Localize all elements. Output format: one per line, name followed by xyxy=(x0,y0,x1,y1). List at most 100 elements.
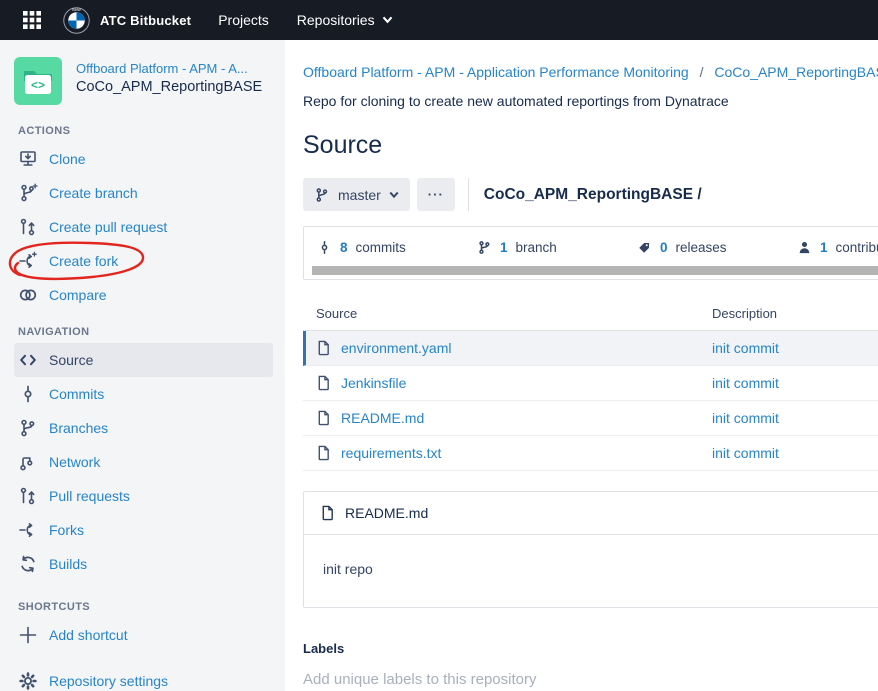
person-icon xyxy=(797,240,812,255)
sidebar-item-create-fork[interactable]: Create fork xyxy=(14,244,273,278)
sidebar-item-commits[interactable]: Commits xyxy=(14,377,273,411)
branch-selector[interactable]: master xyxy=(303,178,410,211)
file-icon xyxy=(316,410,331,426)
horizontal-scrollbar[interactable] xyxy=(312,266,878,275)
file-icon xyxy=(316,445,331,461)
chevron-down-icon xyxy=(389,191,399,199)
sidebar-item-branches[interactable]: Branches xyxy=(14,411,273,445)
repo-path: CoCo_APM_ReportingBASE / xyxy=(484,186,702,204)
sidebar-item-pull-requests[interactable]: Pull requests xyxy=(14,479,273,513)
sidebar-item-source[interactable]: Source xyxy=(14,343,273,377)
sidebar-item-compare[interactable]: Compare xyxy=(14,278,273,312)
labels-placeholder[interactable]: Add unique labels to this repository xyxy=(303,671,878,688)
grid-icon xyxy=(22,10,42,30)
readme-header: README.md xyxy=(304,492,878,535)
forks-icon xyxy=(18,520,38,540)
app-switcher-icon[interactable] xyxy=(22,10,42,30)
table-row[interactable]: environment.yaml init commit xyxy=(303,331,878,366)
plus-icon xyxy=(18,625,38,645)
commit-message-link[interactable]: init commit xyxy=(712,410,878,426)
svg-text:<>: <> xyxy=(31,78,45,92)
breadcrumb-project-link[interactable]: Offboard Platform - APM - Application Pe… xyxy=(303,64,689,80)
sidebar-item-label: Pull requests xyxy=(49,488,130,504)
clone-icon xyxy=(18,149,38,169)
branch-name: master xyxy=(338,187,381,203)
topnav-repositories[interactable]: Repositories xyxy=(297,12,393,28)
breadcrumb: Offboard Platform - APM - Application Pe… xyxy=(303,64,878,80)
sidebar-item-forks[interactable]: Forks xyxy=(14,513,273,547)
shortcuts-section-header: SHORTCUTS xyxy=(18,601,285,613)
file-table-header: Source Description xyxy=(303,306,878,331)
sidebar-item-builds[interactable]: Builds xyxy=(14,547,273,581)
repo-avatar[interactable]: <> xyxy=(14,57,62,105)
file-link[interactable]: environment.yaml xyxy=(341,340,452,356)
bmw-logo-icon[interactable]: BMW xyxy=(63,7,90,34)
sidebar-project-link[interactable]: Offboard Platform - APM - A... xyxy=(76,61,262,76)
file-table: Source Description environment.yaml init… xyxy=(303,306,878,471)
create-fork-icon xyxy=(18,251,38,271)
repo-stats-bar: 8 commits 1 branch 0 xyxy=(303,226,878,280)
sidebar-item-label: Forks xyxy=(49,522,84,538)
sidebar-item-create-branch[interactable]: Create branch xyxy=(14,176,273,210)
file-icon xyxy=(316,375,331,391)
sidebar-item-label: Compare xyxy=(49,287,107,303)
readme-filename[interactable]: README.md xyxy=(345,505,428,521)
labels-heading: Labels xyxy=(303,641,878,656)
actions-section-header: ACTIONS xyxy=(18,125,285,137)
sidebar-item-label: Commits xyxy=(49,386,104,402)
pull-requests-icon xyxy=(18,486,38,506)
branches-icon xyxy=(18,418,38,438)
repo-header: <> Offboard Platform - APM - A... CoCo_A… xyxy=(14,57,285,105)
sidebar-item-network[interactable]: Network xyxy=(14,445,273,479)
sidebar-item-clone[interactable]: Clone xyxy=(14,142,273,176)
table-row[interactable]: requirements.txt init commit xyxy=(303,436,878,471)
network-icon xyxy=(18,452,38,472)
file-link[interactable]: Jenkinsfile xyxy=(341,375,406,391)
topnav-projects[interactable]: Projects xyxy=(218,12,269,28)
sidebar-item-label: Clone xyxy=(49,151,86,167)
breadcrumb-repo-link[interactable]: CoCo_APM_ReportingBASE xyxy=(714,64,878,80)
commits-icon xyxy=(317,240,332,255)
gear-icon xyxy=(18,671,38,691)
branch-icon xyxy=(314,187,330,203)
table-row[interactable]: README.md init commit xyxy=(303,401,878,436)
file-icon xyxy=(316,340,331,356)
column-description: Description xyxy=(712,306,878,321)
breadcrumb-separator: / xyxy=(700,64,704,80)
builds-icon xyxy=(18,554,38,574)
tag-icon xyxy=(637,240,652,255)
stat-branches[interactable]: 1 branch xyxy=(477,240,637,255)
sidebar-item-label: Repository settings xyxy=(49,673,168,689)
readme-content: init repo xyxy=(304,535,878,607)
readme-card: README.md init repo xyxy=(303,491,878,608)
sidebar-item-create-pull-request[interactable]: Create pull request xyxy=(14,210,273,244)
svg-text:BMW: BMW xyxy=(72,8,81,12)
file-link[interactable]: requirements.txt xyxy=(341,445,441,461)
sidebar-item-label: Create fork xyxy=(49,253,118,269)
column-source: Source xyxy=(316,306,712,321)
commit-message-link[interactable]: init commit xyxy=(712,445,878,461)
pull-request-icon xyxy=(18,217,38,237)
sidebar-item-add-shortcut[interactable]: Add shortcut xyxy=(14,618,273,652)
toolbar-divider xyxy=(468,178,469,211)
sidebar-item-repository-settings[interactable]: Repository settings xyxy=(14,664,273,691)
compare-icon xyxy=(18,285,38,305)
top-navigation-bar: BMW ATC Bitbucket Projects Repositories xyxy=(0,0,878,40)
commit-message-link[interactable]: init commit xyxy=(712,340,878,356)
app-title: ATC Bitbucket xyxy=(100,13,191,28)
commit-message-link[interactable]: init commit xyxy=(712,375,878,391)
sidebar: <> Offboard Platform - APM - A... CoCo_A… xyxy=(0,40,285,691)
commits-icon xyxy=(18,384,38,404)
more-actions-button[interactable]: ··· xyxy=(417,178,455,211)
sidebar-item-label: Source xyxy=(49,352,93,368)
stat-releases[interactable]: 0 releases xyxy=(637,240,797,255)
page-title: Source xyxy=(303,131,878,160)
table-row[interactable]: Jenkinsfile init commit xyxy=(303,366,878,401)
navigation-section-header: NAVIGATION xyxy=(18,326,285,338)
file-icon xyxy=(320,505,335,521)
sidebar-item-label: Create pull request xyxy=(49,219,167,235)
stat-contributors[interactable]: 1 contributor xyxy=(797,240,878,255)
chevron-down-icon xyxy=(382,16,393,24)
stat-commits[interactable]: 8 commits xyxy=(317,240,477,255)
file-link[interactable]: README.md xyxy=(341,410,424,426)
